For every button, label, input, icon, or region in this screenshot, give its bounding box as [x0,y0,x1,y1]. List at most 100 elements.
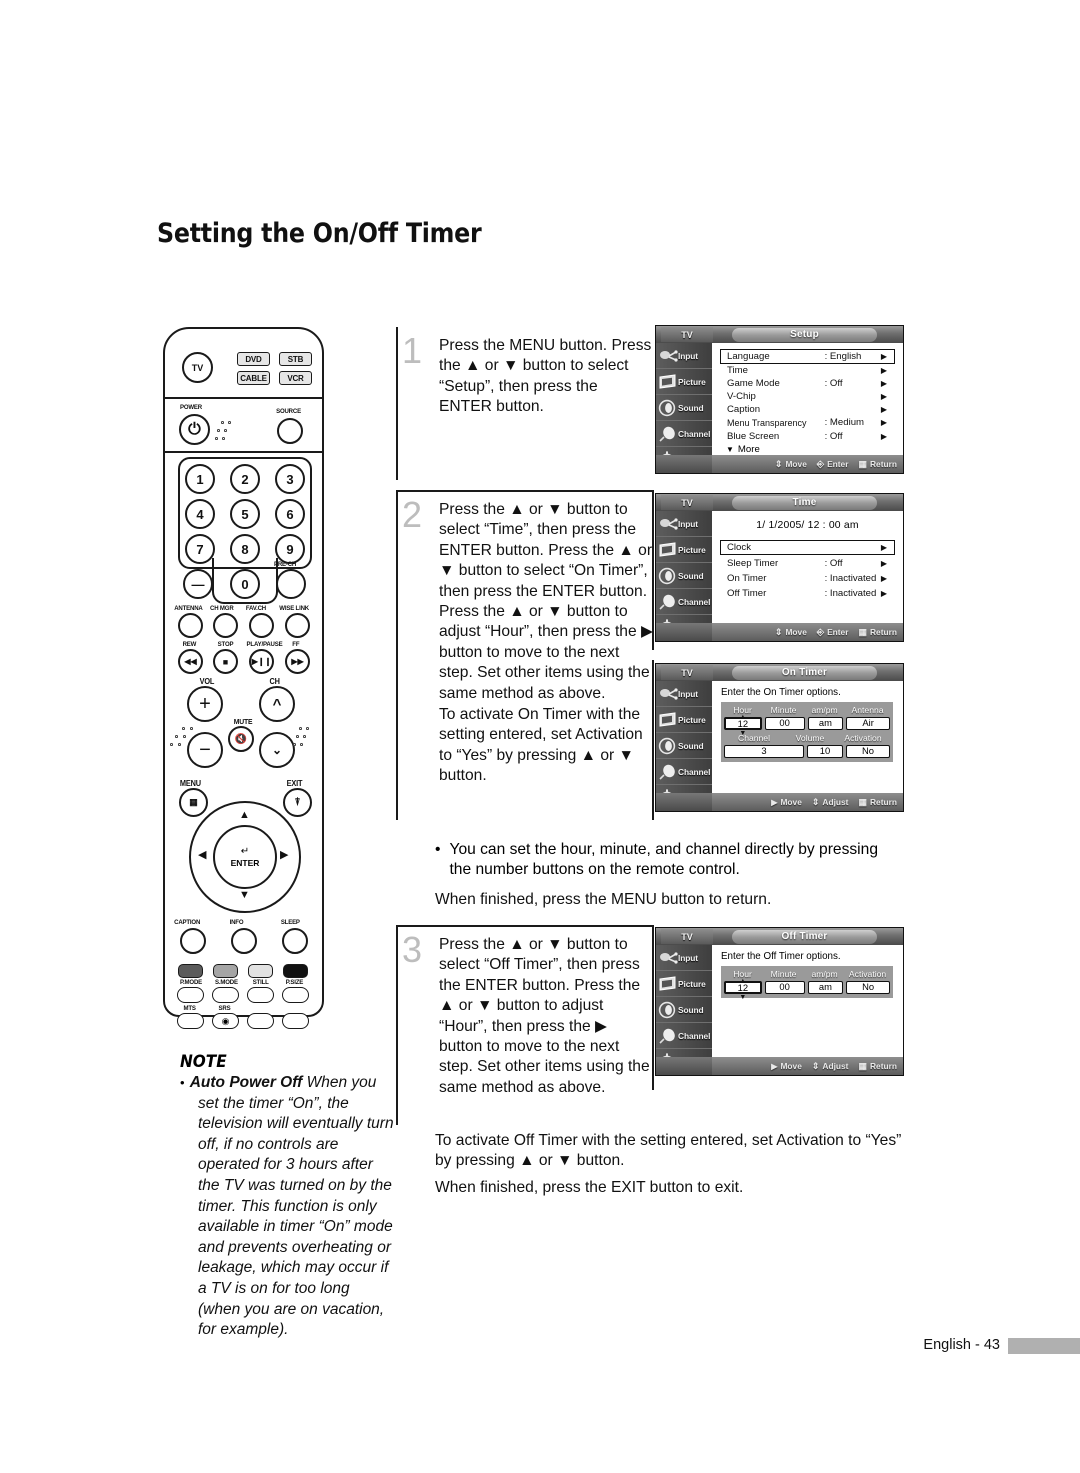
mid-bullet-icon: • [435,841,441,858]
menu-label-language: Language [727,350,770,362]
dpad-down-icon: ▼ [239,889,250,901]
color-key-green [213,964,238,978]
sidebar-item-input[interactable]: Input [656,945,712,971]
volume-down-button: − [187,732,223,768]
menu-row-time[interactable]: Time ▶ [721,364,894,377]
osd-on-timer-foot-tab [656,793,712,811]
menu-label-more: More [737,443,760,455]
osd-setup-sidebar: Input Picture Sound Channel Setup [656,343,712,473]
osd-off-timer-title: Off Timer [732,929,877,944]
srs-dot-icon: ◉ [221,1015,230,1026]
menu-row-menu-transparency[interactable]: Menu Transparency : Medium ▶ [721,416,894,429]
page-title: Setting the On/Off Timer [157,218,482,249]
field-hour[interactable]: ▲ 12 ▼ [724,978,762,1001]
dpad-right-icon: ▶ [280,849,289,861]
volume-up-button: + [187,686,223,722]
sidebar-item-sound[interactable]: Sound [656,395,712,421]
smode-label: S.MODE [214,979,238,986]
antenna-label: ANTENNA [174,605,203,612]
sidebar-item-channel-label: Channel [678,428,711,439]
sidebar-item-input[interactable]: Input [656,511,712,537]
note-lead: Auto Power Off [189,1074,303,1091]
sidebar-item-input-label: Input [678,518,698,529]
menu-row-sleep-timer[interactable]: Sleep Timer : Off ▶ [721,557,894,570]
sidebar-item-input[interactable]: Input [656,681,712,707]
osd-setup-foot-tab [656,455,712,473]
sidebar-item-picture[interactable]: Picture [656,971,712,997]
satellite-dish-icon [658,593,678,611]
menu-row-language[interactable]: Language : English ▶ [720,349,895,364]
osd-off-timer-sidebar: Input Picture Sound Channel Setup [656,945,712,1075]
field-volume[interactable]: 10 [807,745,843,758]
osd-time-footer: ⇕ Move ⎆ Enter ▦ Return [712,623,903,641]
info-label: INFO [229,919,244,926]
sidebar-item-picture[interactable]: Picture [656,707,712,733]
return-key-icon: ▦ [858,796,867,807]
prech-label: PRE-CH [273,561,297,568]
speaker-icon [658,737,678,755]
menu-label-clock: Clock [727,541,751,553]
header-antenna: Antenna [851,705,884,715]
rewind-icon: ◀◀ [184,657,197,666]
menu-row-off-timer[interactable]: Off Timer : Inactivated ▶ [721,587,894,600]
sidebar-item-sound[interactable]: Sound [656,733,712,759]
sidebar-item-sound[interactable]: Sound [656,997,712,1023]
header-ampm: am/pm [811,705,838,715]
menu-row-more[interactable]: ▼ More [721,444,894,455]
sidebar-item-picture[interactable]: Picture [656,369,712,395]
footer-move: ▶ Move [771,797,802,807]
smode-button [212,987,239,1003]
field-minute[interactable]: 00 [764,981,805,994]
return-key-icon: ▦ [858,458,867,469]
field-ampm[interactable]: am [807,981,844,994]
sidebar-item-input[interactable]: Input [656,343,712,369]
menu-row-on-timer[interactable]: On Timer : Inactivated ▶ [721,572,894,585]
menu-button: ▦ [179,788,208,817]
menu-label-sleep-timer: Sleep Timer [727,557,779,569]
menu-row-clock[interactable]: Clock ▶ [720,540,895,555]
sidebar-item-channel[interactable]: Channel [656,589,712,615]
menu-row-caption[interactable]: Caption ▶ [721,403,894,416]
field-hour[interactable]: ▲ 12 ▼ [724,714,762,737]
chevron-right-icon: ▶ [880,351,887,361]
sidebar-item-sound[interactable]: Sound [656,563,712,589]
footer-move: ⇕ Move [774,458,807,470]
footer-move: ▶ Move [771,1061,802,1071]
input-jack-icon [658,949,678,967]
caption-button [180,928,206,954]
mute-speaker-icon: 🔇 [234,733,248,745]
chevron-right-icon: ▶ [880,542,887,552]
osd-off-timer-panel: TV Off Timer Input Picture Sound Channel… [655,927,904,1076]
remote-dvd-button: DVD [237,352,270,366]
menu-row-v-chip[interactable]: V-Chip ▶ [721,390,894,403]
field-ampm[interactable]: am [807,717,844,730]
chevron-right-icon: ▶ [880,365,887,375]
right-arrow-icon: ▶ [771,797,778,807]
footer-return: ▦ Return [858,1060,897,1072]
field-antenna[interactable]: Air [846,717,890,730]
field-channel[interactable]: 3 [724,745,804,758]
key-minus: — [183,569,213,599]
sidebar-item-picture[interactable]: Picture [656,537,712,563]
sidebar-item-picture-label: Picture [678,376,706,387]
sidebar-item-channel[interactable]: Channel [656,1023,712,1049]
sidebar-item-sound-label: Sound [678,570,704,581]
exit-button: ⍒ [283,788,312,817]
field-activation[interactable]: No [846,745,890,758]
playpause-label: PLAY/PAUSE [246,641,283,648]
off-timer-values: ▲ 12 ▼ 00 am No [723,978,891,1001]
more-down-icon: ▼ [726,444,734,454]
osd-off-timer-tv-badge: TV [661,929,713,944]
mute-button: 🔇 [228,726,254,752]
sidebar-item-channel[interactable]: Channel [656,421,712,447]
menu-row-game-mode[interactable]: Game Mode : Off ▶ [721,377,894,390]
osd-off-timer-foot-tab [656,1057,712,1075]
sidebar-item-channel[interactable]: Channel [656,759,712,785]
field-activation[interactable]: No [846,981,890,994]
mid-finish-text: When finished, press the MENU button to … [435,891,772,908]
menu-row-blue-screen[interactable]: Blue Screen : Off ▶ [721,430,894,443]
satellite-dish-icon [658,425,678,443]
chevron-right-icon: ▶ [880,392,887,402]
chmgr-label: CH MGR [210,605,234,612]
field-minute[interactable]: 00 [764,717,805,730]
